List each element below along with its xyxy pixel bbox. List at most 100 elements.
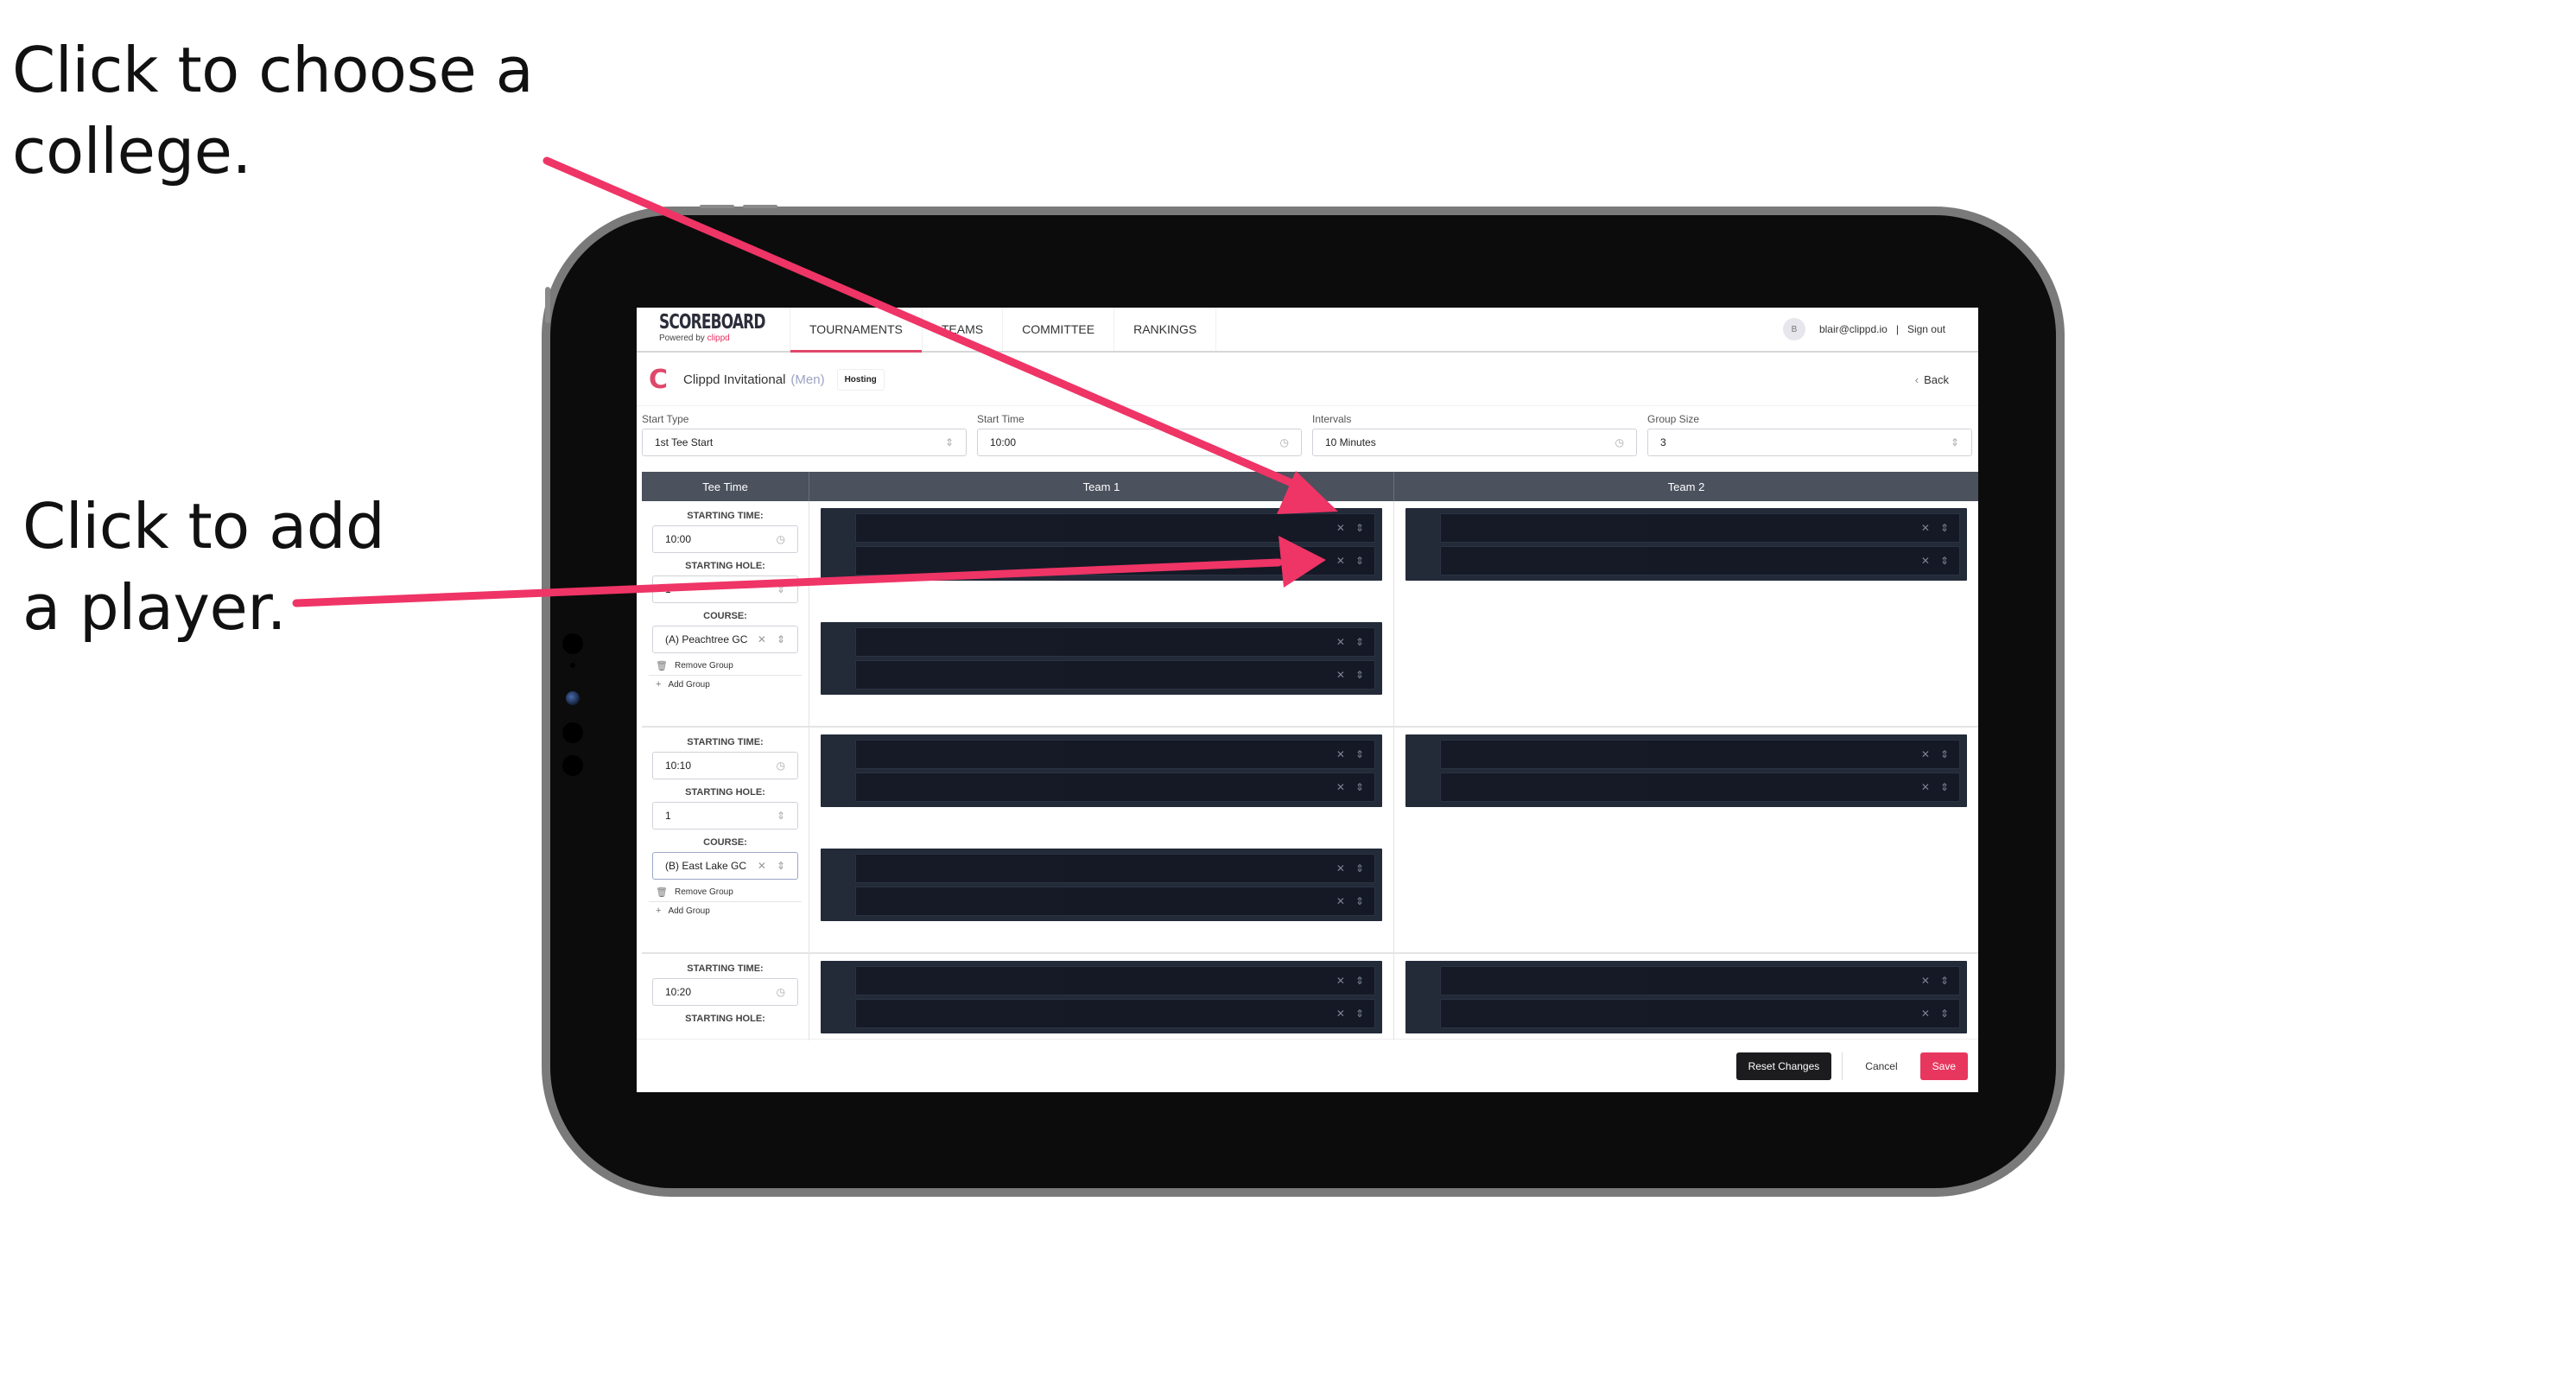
clear-icon[interactable]: ✕: [1921, 555, 1930, 567]
nav-teams[interactable]: TEAMS: [923, 308, 1004, 351]
clock-icon: ◷: [1279, 436, 1289, 448]
remove-group-button[interactable]: 🗑 Remove Group: [649, 657, 802, 676]
starting-time-value: 10:10: [665, 760, 692, 772]
sort-icon: ⇕: [1355, 862, 1364, 874]
clear-icon[interactable]: ✕: [1921, 522, 1930, 534]
college-slot[interactable]: ✕ ⇕ ✕ ⇕: [821, 734, 1382, 807]
clear-icon[interactable]: ✕: [1336, 1008, 1345, 1020]
clear-icon[interactable]: ✕: [1921, 1008, 1930, 1020]
chevron-left-icon: ‹: [1914, 373, 1919, 386]
team-1-column: ✕ ⇕ ✕ ⇕ ✕ ⇕ ✕ ⇕: [809, 728, 1394, 952]
nav-tournaments[interactable]: TOURNAMENTS: [790, 308, 923, 353]
avatar[interactable]: B: [1782, 318, 1805, 340]
clear-icon[interactable]: ✕: [1336, 895, 1345, 907]
sort-icon: ⇕: [776, 860, 785, 872]
clear-icon[interactable]: ✕: [1336, 975, 1345, 987]
remove-group-button[interactable]: 🗑 Remove Group: [649, 883, 802, 902]
start-type-field: Start Type 1st Tee Start ⇕: [642, 410, 967, 460]
player-select[interactable]: ✕ ⇕: [855, 660, 1375, 690]
player-select[interactable]: ✕ ⇕: [1440, 966, 1960, 995]
starting-time-input[interactable]: 10:20 ◷: [652, 978, 798, 1006]
starting-time-input[interactable]: 10:00 ◷: [652, 525, 798, 553]
brand-logo[interactable]: SCOREBOARD Powered by clippd: [637, 308, 790, 351]
sort-icon: ⇕: [1355, 1008, 1364, 1020]
sign-out-link[interactable]: Sign out: [1907, 323, 1945, 335]
starting-time-input[interactable]: 10:10 ◷: [652, 752, 798, 779]
clear-icon[interactable]: ✕: [1921, 748, 1930, 760]
starting-time-label: STARTING TIME:: [687, 963, 764, 974]
course-select[interactable]: (B) East Lake GC ✕ ⇕: [652, 852, 798, 880]
college-slot[interactable]: ✕ ⇕ ✕ ⇕: [821, 961, 1382, 1033]
player-select[interactable]: ✕ ⇕: [1440, 513, 1960, 543]
intervals-input[interactable]: 10 Minutes ◷: [1312, 429, 1637, 456]
annotation-line: Click to add: [22, 490, 385, 563]
clear-icon[interactable]: ✕: [1336, 862, 1345, 874]
sort-icon: ⇕: [1950, 436, 1959, 448]
clear-icon[interactable]: ✕: [1336, 669, 1345, 681]
clear-icon[interactable]: ✕: [1336, 781, 1345, 793]
start-time-value: 10:00: [990, 436, 1017, 448]
intervals-label: Intervals: [1312, 413, 1352, 425]
clear-icon[interactable]: ✕: [1336, 522, 1345, 534]
group-size-select[interactable]: 3 ⇕: [1647, 429, 1972, 456]
player-select[interactable]: ✕ ⇕: [855, 513, 1375, 543]
sort-icon: ⇕: [1355, 522, 1364, 534]
header-team-1: Team 1: [809, 472, 1394, 501]
sort-icon: ⇕: [944, 436, 954, 448]
player-select[interactable]: ✕ ⇕: [1440, 999, 1960, 1028]
sort-icon: ⇕: [1355, 669, 1364, 681]
start-time-input[interactable]: 10:00 ◷: [977, 429, 1302, 456]
clippd-logo-icon: C: [649, 364, 669, 395]
clear-icon[interactable]: ✕: [1336, 636, 1345, 648]
player-select[interactable]: ✕ ⇕: [855, 740, 1375, 769]
sort-icon: ⇕: [776, 583, 785, 595]
player-select[interactable]: ✕ ⇕: [855, 887, 1375, 916]
player-select[interactable]: ✕ ⇕: [1440, 546, 1960, 575]
starting-hole-select[interactable]: 1 ⇕: [652, 575, 798, 603]
player-select[interactable]: ✕ ⇕: [855, 627, 1375, 657]
clear-icon[interactable]: ✕: [1336, 748, 1345, 760]
cancel-button[interactable]: Cancel: [1853, 1052, 1909, 1080]
college-slot[interactable]: ✕ ⇕ ✕ ⇕: [821, 622, 1382, 695]
brand-subtitle: Powered by clippd: [659, 334, 790, 344]
player-select[interactable]: ✕ ⇕: [855, 772, 1375, 802]
reset-changes-button[interactable]: Reset Changes: [1735, 1052, 1832, 1080]
clear-icon[interactable]: ✕: [758, 633, 766, 645]
clear-icon[interactable]: ✕: [1921, 975, 1930, 987]
college-slot[interactable]: ✕ ⇕ ✕ ⇕: [1405, 508, 1967, 581]
divider: [1842, 1052, 1843, 1080]
college-slot[interactable]: ✕ ⇕ ✕ ⇕: [821, 508, 1382, 581]
add-group-button[interactable]: + Add Group: [649, 902, 802, 919]
brand-name: clippd: [707, 334, 730, 343]
team-1-column: ✕ ⇕ ✕ ⇕ ✕ ⇕ ✕ ⇕: [809, 501, 1394, 726]
nav-rankings[interactable]: RANKINGS: [1114, 308, 1217, 351]
course-select[interactable]: (A) Peachtree GC ✕ ⇕: [652, 626, 798, 653]
clear-icon[interactable]: ✕: [1336, 555, 1345, 567]
event-title: Clippd Invitational: [683, 372, 786, 387]
player-select[interactable]: ✕ ⇕: [1440, 740, 1960, 769]
college-slot[interactable]: ✕ ⇕ ✕ ⇕: [821, 849, 1382, 921]
header-tee-time: Tee Time: [642, 472, 809, 501]
college-slot[interactable]: ✕ ⇕ ✕ ⇕: [1405, 961, 1967, 1033]
starting-hole-select[interactable]: 1 ⇕: [652, 802, 798, 830]
sort-icon: ⇕: [1939, 1008, 1949, 1020]
starting-hole-label: STARTING HOLE:: [685, 787, 765, 798]
back-button[interactable]: ‹ Back: [1915, 373, 1949, 386]
remove-group-label: Remove Group: [674, 887, 733, 897]
player-select[interactable]: ✕ ⇕: [855, 854, 1375, 883]
player-select[interactable]: ✕ ⇕: [1440, 772, 1960, 802]
nav-committee[interactable]: COMMITTEE: [1003, 308, 1115, 351]
start-type-select[interactable]: 1st Tee Start ⇕: [642, 429, 967, 456]
college-slot[interactable]: ✕ ⇕ ✕ ⇕: [1405, 734, 1967, 807]
save-button[interactable]: Save: [1919, 1052, 1968, 1080]
add-group-button[interactable]: + Add Group: [649, 676, 802, 693]
clear-icon[interactable]: ✕: [1921, 781, 1930, 793]
player-select[interactable]: ✕ ⇕: [855, 999, 1375, 1028]
plus-icon: +: [656, 679, 662, 690]
starting-hole-value: 1: [665, 583, 671, 595]
player-select[interactable]: ✕ ⇕: [855, 966, 1375, 995]
player-select[interactable]: ✕ ⇕: [855, 546, 1375, 575]
hosting-badge: Hosting: [836, 369, 885, 391]
tee-settings-column: STARTING TIME: 10:00 ◷ STARTING HOLE: 1 …: [642, 501, 809, 726]
clear-icon[interactable]: ✕: [758, 860, 766, 872]
